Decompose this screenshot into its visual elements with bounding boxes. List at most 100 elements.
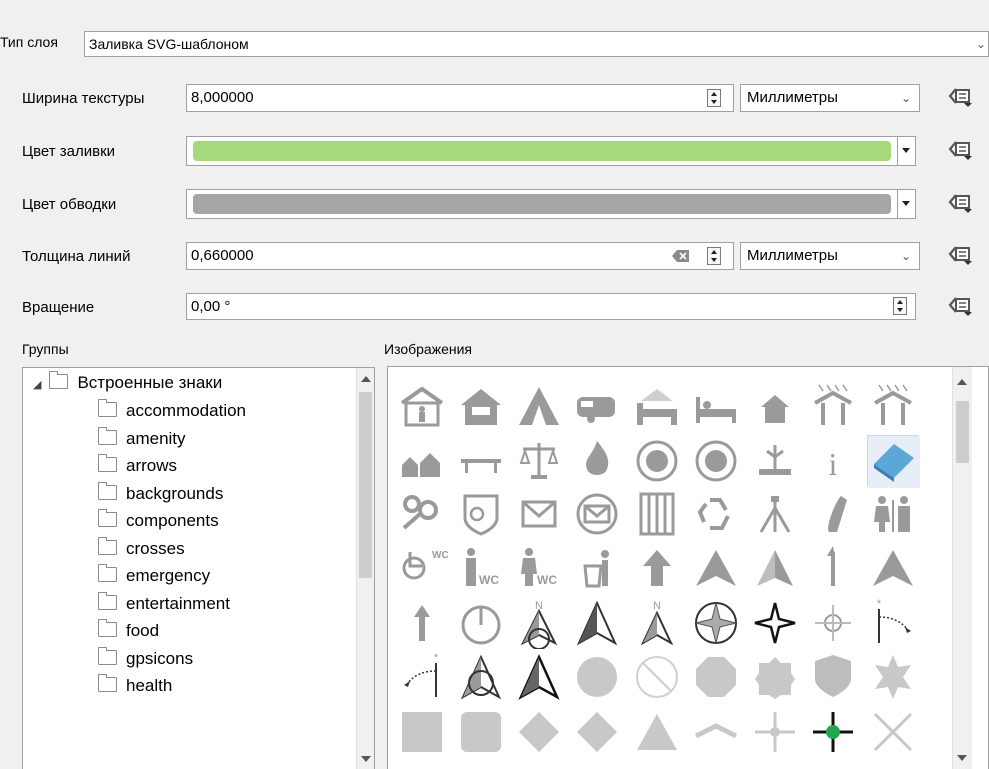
texture-width-input[interactable]: 8,000000 xyxy=(186,84,734,112)
hostel-icon[interactable] xyxy=(396,381,448,433)
line-width-input[interactable]: 0,660000 xyxy=(186,242,734,270)
rotation-input[interactable]: 0,00 ° xyxy=(186,293,916,320)
north-arrow4-icon[interactable] xyxy=(455,651,507,703)
scroll-up-icon[interactable] xyxy=(361,376,371,382)
telephone-icon[interactable] xyxy=(807,488,859,540)
arrowhead3-icon[interactable] xyxy=(867,542,919,594)
star-badge-icon[interactable] xyxy=(867,651,919,703)
arrowhead2-icon[interactable] xyxy=(749,542,801,594)
no-entry-icon[interactable] xyxy=(631,651,683,703)
police-icon[interactable] xyxy=(455,488,507,540)
arrow-up2-icon[interactable] xyxy=(396,597,448,649)
layer-type-select[interactable]: Заливка SVG-шаблоном ⌄ xyxy=(84,31,989,57)
data-defined-override-icon[interactable] xyxy=(947,192,973,214)
data-defined-override-icon[interactable] xyxy=(947,244,973,266)
shelter-icon[interactable] xyxy=(807,381,859,433)
caravan-icon[interactable] xyxy=(571,381,623,433)
x-cross-icon[interactable] xyxy=(867,706,919,758)
north-arrow-icon[interactable]: N xyxy=(513,597,565,650)
diamond-icon[interactable] xyxy=(513,706,565,758)
toilets-icon[interactable] xyxy=(396,488,448,540)
bnb-icon[interactable] xyxy=(455,381,507,433)
badge-icon[interactable] xyxy=(749,651,801,703)
fill-color-dropdown[interactable] xyxy=(897,137,915,165)
shelter-rain-icon[interactable] xyxy=(867,381,919,433)
compass-rose-icon[interactable] xyxy=(690,597,742,649)
tree-item-health[interactable]: health xyxy=(98,673,172,699)
scroll-thumb[interactable] xyxy=(956,401,969,463)
wc-men-icon[interactable]: WC xyxy=(455,542,507,594)
waste-basket-icon[interactable] xyxy=(571,542,623,594)
compass-star-icon[interactable] xyxy=(749,597,801,649)
fill-color-button[interactable] xyxy=(186,136,916,166)
compass-crosshair-icon[interactable] xyxy=(807,597,859,649)
toilets2-icon[interactable] xyxy=(867,488,919,540)
north-flag-icon[interactable]: * xyxy=(867,597,919,649)
stroke-color-dropdown[interactable] xyxy=(897,190,915,218)
tree-item-backgrounds[interactable]: backgrounds xyxy=(98,481,223,507)
fire-icon[interactable] xyxy=(571,435,623,487)
stroke-color-button[interactable] xyxy=(186,189,916,219)
north-flag2-icon[interactable]: * xyxy=(396,651,448,703)
post-box-icon[interactable] xyxy=(513,488,565,540)
tree-item-food[interactable]: food xyxy=(98,618,159,644)
groups-tree[interactable]: ◢ Встроенные знаки accommodation amenity ar… xyxy=(22,367,375,769)
shield-icon[interactable] xyxy=(807,651,859,703)
octagon-icon[interactable] xyxy=(690,651,742,703)
tree-item-components[interactable]: components xyxy=(98,508,219,534)
clear-icon[interactable] xyxy=(672,249,690,263)
bench-icon[interactable] xyxy=(455,435,507,487)
wc-disabled-icon[interactable]: WC xyxy=(396,542,449,594)
bed-icon[interactable] xyxy=(690,381,742,433)
diamond2-icon[interactable] xyxy=(571,706,623,758)
north-circle-icon[interactable] xyxy=(455,597,507,649)
tree-item-entertainment[interactable]: entertainment xyxy=(98,591,230,617)
collapse-arrow-icon[interactable]: ◢ xyxy=(33,379,41,391)
info-icon[interactable]: i xyxy=(807,435,859,487)
line-width-unit-select[interactable]: Миллиметры ⌄ xyxy=(740,242,920,270)
north-arrow3-icon[interactable]: N xyxy=(631,597,683,649)
scroll-down-icon[interactable] xyxy=(957,755,967,761)
data-defined-override-icon[interactable] xyxy=(947,86,973,108)
survey-point-icon[interactable] xyxy=(749,488,801,540)
line-width-spinner[interactable] xyxy=(707,247,721,265)
chevron-icon[interactable] xyxy=(690,706,742,758)
tree-item-arrows[interactable]: arrows xyxy=(98,453,177,479)
fire-station-icon[interactable] xyxy=(631,435,683,487)
images-scrollbar[interactable] xyxy=(952,367,972,769)
square-icon[interactable] xyxy=(396,706,448,758)
arrow-up-icon[interactable] xyxy=(631,542,683,594)
scroll-thumb[interactable] xyxy=(359,392,372,578)
fire-station2-icon[interactable] xyxy=(690,435,742,487)
arrowhead-icon[interactable] xyxy=(690,542,742,594)
north-arrow5-icon[interactable] xyxy=(513,651,565,703)
triangle-icon[interactable] xyxy=(631,706,683,758)
post-office-icon[interactable] xyxy=(571,488,623,540)
rotation-spinner[interactable] xyxy=(893,297,907,315)
tree-root-item[interactable]: ◢ Встроенные знаки xyxy=(33,370,222,396)
scroll-up-icon[interactable] xyxy=(957,379,967,385)
data-defined-override-icon[interactable] xyxy=(947,295,973,317)
library-icon[interactable] xyxy=(867,435,920,488)
tree-item-crosses[interactable]: crosses xyxy=(98,536,185,562)
house-icon[interactable] xyxy=(749,381,801,433)
arrow-thin-icon[interactable] xyxy=(807,542,859,594)
rounded-square-icon[interactable] xyxy=(455,706,507,758)
fountain-icon[interactable] xyxy=(749,435,801,487)
housing-icon[interactable] xyxy=(396,435,448,487)
data-defined-override-icon[interactable] xyxy=(947,139,973,161)
cross-icon[interactable] xyxy=(749,706,801,758)
north-arrow2-icon[interactable] xyxy=(571,597,623,649)
court-icon[interactable] xyxy=(513,435,565,487)
texture-width-spinner[interactable] xyxy=(707,89,721,107)
scroll-down-icon[interactable] xyxy=(361,756,371,762)
cross-green-icon[interactable] xyxy=(807,706,859,758)
images-grid[interactable]: i WC WC WC N N * * xyxy=(387,366,989,769)
groups-scrollbar[interactable] xyxy=(356,368,374,769)
tree-item-amenity[interactable]: amenity xyxy=(98,426,186,452)
tree-item-gpsicons[interactable]: gpsicons xyxy=(98,646,193,672)
tree-item-accommodation[interactable]: accommodation xyxy=(98,398,246,424)
recycling-icon[interactable] xyxy=(690,488,742,540)
tree-item-emergency[interactable]: emergency xyxy=(98,563,210,589)
texture-width-unit-select[interactable]: Миллиметры ⌄ xyxy=(740,84,920,112)
